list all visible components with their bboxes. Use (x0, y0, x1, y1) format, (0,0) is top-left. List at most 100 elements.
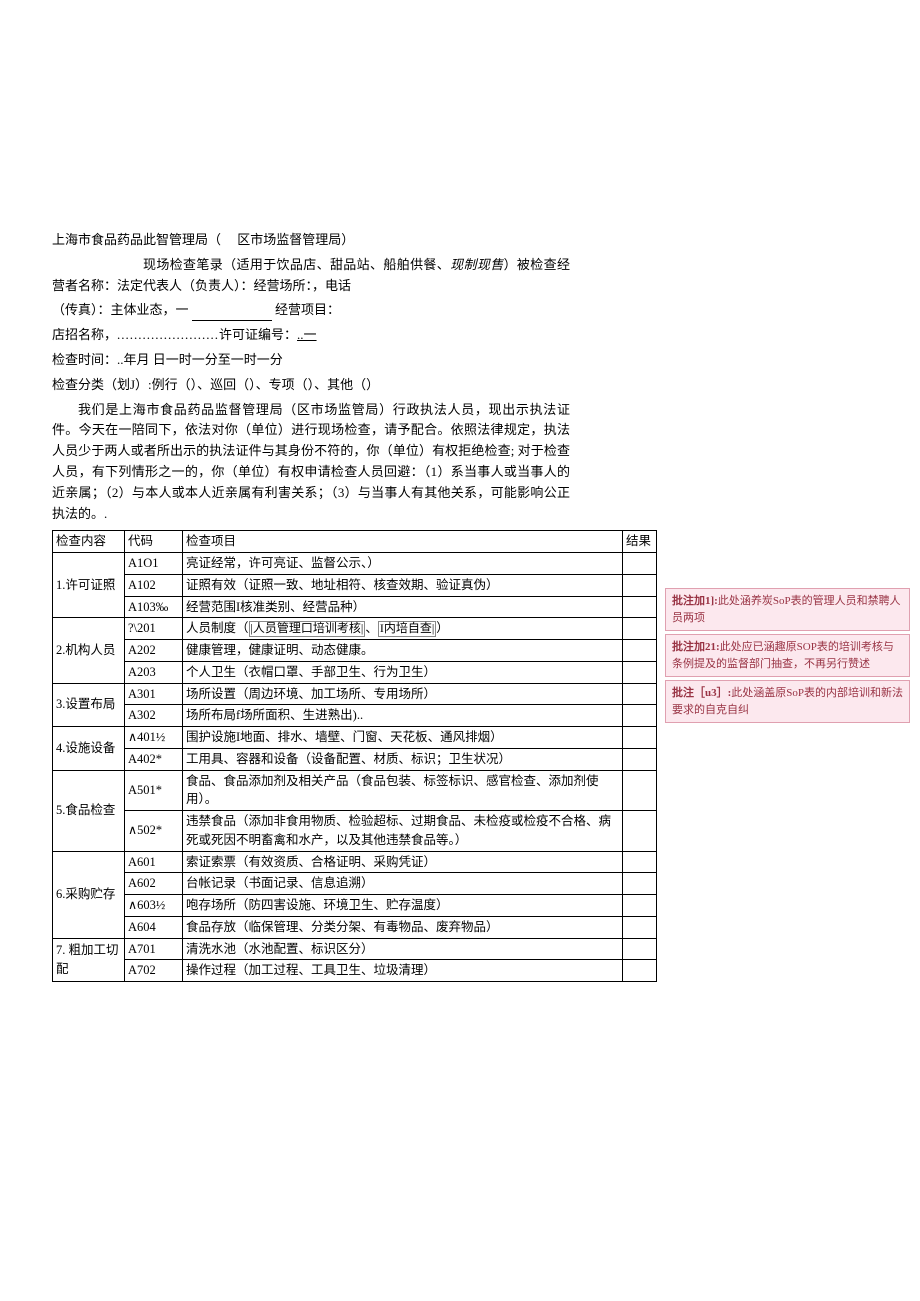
table-row: 2.机构人员?\201人员制度（|人员管理口培训考核|、I内培自查|） (53, 618, 657, 640)
cell-item: 场所布局f场所面积、生进熟出).. (183, 705, 623, 727)
boxed-text: I内培自查| (378, 621, 436, 636)
cell-result[interactable] (623, 960, 657, 982)
intro-line3-b: 许可证编号： (219, 327, 297, 342)
table-row: A102证照有效（证照一致、地址相符、核查效期、验证真伪） (53, 574, 657, 596)
cell-result[interactable] (623, 705, 657, 727)
cell-item: 食品存放（临保管理、分类分架、有毒物品、废弃物品） (183, 916, 623, 938)
intro-line3-c: ..一 (297, 327, 317, 342)
table-row: ∧603½咆存场所（防四害设施、环境卫生、贮存温度） (53, 895, 657, 917)
cell-result[interactable] (623, 811, 657, 852)
table-row: A402*工用具、容器和设备（设备配置、材质、标识；卫生状况） (53, 748, 657, 770)
intro-line5: 检查分类（划J）:例行（）、巡回（）、专项（）、其他（） (52, 375, 570, 396)
cell-result[interactable] (623, 727, 657, 749)
table-row: 7. 粗加工切配A701清洗水池（水池配置、标识区分） (53, 938, 657, 960)
cell-content: 6.采购贮存 (53, 851, 125, 938)
cell-item: 咆存场所（防四害设施、环境卫生、贮存温度） (183, 895, 623, 917)
cell-result[interactable] (623, 770, 657, 811)
cell-result[interactable] (623, 895, 657, 917)
th-result: 结果 (623, 531, 657, 553)
table-row: 5.食品检查A501*食品、食品添加剂及相关产品（食品包装、标签标识、感官检查、… (53, 770, 657, 811)
intro-line4: 检查时间：..年月 日一时一分至一时一分 (52, 350, 570, 371)
annotation-panel: 批注加1]:此处涵养炭SoP表的管理人员和禁聘人员两项 批注加21:此处应已涵趣… (665, 588, 910, 726)
cell-item: 个人卫生（衣帽口罩、手部卫生、行为卫生） (183, 661, 623, 683)
intro-line1-a: 现场检查笔录（适用于饮品店、甜品站、船舶供餐、 (143, 257, 450, 272)
intro-line3: 店招名称，........................许可证编号：..一 (52, 325, 570, 346)
intro-line1-b: 现制现售 (450, 257, 503, 272)
annotation-3: 批注［u3］:此处涵盖原SoP表的内部培训和新法要求的自克自纠 (665, 680, 910, 723)
cell-code: A103‰ (125, 596, 183, 618)
cell-code: A302 (125, 705, 183, 727)
cell-result[interactable] (623, 748, 657, 770)
cell-content: 5.食品检查 (53, 770, 125, 851)
header-prefix: 上海市食品药品此智管理局（ (52, 232, 221, 247)
cell-item: 食品、食品添加剂及相关产品（食品包装、标签标识、感官检查、添加剂使用）。 (183, 770, 623, 811)
page-header: 上海市食品药品此智管理局（ 区市场监督管理局） (52, 230, 570, 251)
cell-code: A604 (125, 916, 183, 938)
table-row: A103‰经营范围I核准类别、经营品种） (53, 596, 657, 618)
cell-code: A602 (125, 873, 183, 895)
inspection-table: 检查内容 代码 检查项目 结果 1.许可证照A1O1亮证经常，许可亮证、监督公示… (52, 530, 657, 982)
cell-item: 操作过程（加工过程、工具卫生、垃圾清理） (183, 960, 623, 982)
th-item: 检查项目 (183, 531, 623, 553)
intro-line2: （传真）：主体业态，一 经营项目： (52, 300, 570, 321)
cell-code: ∧502* (125, 811, 183, 852)
cell-item: 台帐记录（书面记录、信息追溯） (183, 873, 623, 895)
intro-line3-a: 店招名称， (52, 327, 117, 342)
cell-item: 场所设置（周边环境、加工场所、专用场所） (183, 683, 623, 705)
cell-code: A501* (125, 770, 183, 811)
table-row: ∧502*违禁食品（添加非食用物质、检验超标、过期食品、未检疫或检疫不合格、病死… (53, 811, 657, 852)
cell-result[interactable] (623, 574, 657, 596)
cell-code: A702 (125, 960, 183, 982)
cell-item: 人员制度（|人员管理口培训考核|、I内培自查|） (183, 618, 623, 640)
cell-code: A701 (125, 938, 183, 960)
cell-item: 亮证经常，许可亮证、监督公示、） (183, 553, 623, 575)
cell-result[interactable] (623, 916, 657, 938)
table-row: A302场所布局f场所面积、生进熟出).. (53, 705, 657, 727)
annotation-2-label: 批注加21: (672, 641, 720, 653)
cell-code: A102 (125, 574, 183, 596)
table-header-row: 检查内容 代码 检查项目 结果 (53, 531, 657, 553)
cell-result[interactable] (623, 938, 657, 960)
table-row: A702操作过程（加工过程、工具卫生、垃圾清理） (53, 960, 657, 982)
cell-result[interactable] (623, 661, 657, 683)
th-content: 检查内容 (53, 531, 125, 553)
cell-item: 证照有效（证照一致、地址相符、核查效期、验证真伪） (183, 574, 623, 596)
annotation-1-label: 批注加1]: (672, 595, 718, 607)
cell-code: A402* (125, 748, 183, 770)
cell-result[interactable] (623, 851, 657, 873)
cell-item: 违禁食品（添加非食用物质、检验超标、过期食品、未检疫或检疫不合格、病死或死因不明… (183, 811, 623, 852)
notice-paragraph: 我们是上海市食品药品监督管理局（区市场监管局）行政执法人员，现出示执法证件。今天… (52, 400, 570, 525)
cell-code: A202 (125, 640, 183, 662)
cell-result[interactable] (623, 596, 657, 618)
table-row: A604食品存放（临保管理、分类分架、有毒物品、废弃物品） (53, 916, 657, 938)
cell-code: A203 (125, 661, 183, 683)
cell-code: A601 (125, 851, 183, 873)
cell-result[interactable] (623, 640, 657, 662)
cell-content: 4.设施设备 (53, 727, 125, 771)
boxed-text: |人员管理口培训考核| (249, 621, 366, 636)
cell-code: ?\201 (125, 618, 183, 640)
annotation-1: 批注加1]:此处涵养炭SoP表的管理人员和禁聘人员两项 (665, 588, 910, 631)
cell-content: 7. 粗加工切配 (53, 938, 125, 982)
cell-item: 围护设施I地面、排水、墙壁、门窗、天花板、通风排烟） (183, 727, 623, 749)
cell-item: 经营范围I核准类别、经营品种） (183, 596, 623, 618)
cell-result[interactable] (623, 873, 657, 895)
table-row: 3.设置布局A301场所设置（周边环境、加工场所、专用场所） (53, 683, 657, 705)
th-code: 代码 (125, 531, 183, 553)
cell-code: A1O1 (125, 553, 183, 575)
intro-line1: 现场检查笔录（适用于饮品店、甜品站、船舶供餐、现制现售）被检查经营者名称：法定代… (52, 255, 570, 297)
cell-code: A301 (125, 683, 183, 705)
intro-line2-a: （传真）：主体业态，一 (52, 302, 192, 317)
cell-result[interactable] (623, 553, 657, 575)
dotted-field[interactable]: ........................ (117, 327, 219, 342)
table-row: 4.设施设备∧401½围护设施I地面、排水、墙壁、门窗、天花板、通风排烟） (53, 727, 657, 749)
cell-result[interactable] (623, 618, 657, 640)
cell-result[interactable] (623, 683, 657, 705)
cell-code: ∧401½ (125, 727, 183, 749)
cell-item: 工用具、容器和设备（设备配置、材质、标识；卫生状况） (183, 748, 623, 770)
table-row: A602台帐记录（书面记录、信息追溯） (53, 873, 657, 895)
cell-item: 清洗水池（水池配置、标识区分） (183, 938, 623, 960)
cell-item: 索证索票（有效资质、合格证明、采购凭证） (183, 851, 623, 873)
blank-field[interactable] (192, 308, 272, 321)
table-row: A202健康管理，健康证明、动态健康。 (53, 640, 657, 662)
